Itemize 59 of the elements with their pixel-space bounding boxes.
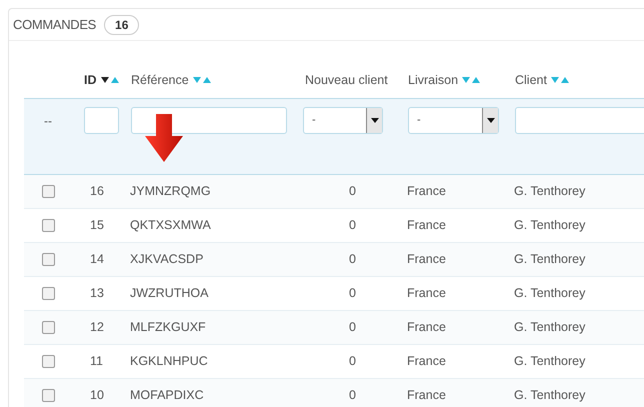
caret-icon [370,118,378,123]
sort-arrows-icon[interactable] [100,76,120,84]
order-reference: JYMNZRQMG [130,184,211,198]
row-checkbox[interactable] [42,185,55,198]
filter-input-field[interactable] [131,107,287,134]
caret-icon [486,118,494,123]
order-id: 11 [90,354,103,368]
new-client-value: 0 [349,320,356,334]
order-id: 13 [90,286,104,300]
delivery-country: France [407,218,446,232]
row-checkbox[interactable] [42,355,55,368]
column-header[interactable]: Nouveau client [305,70,388,90]
delivery-country: France [407,354,446,368]
client-name: G. Tenthorey [514,184,586,198]
filter-input-field[interactable] [84,107,119,134]
row-checkbox[interactable] [42,389,55,402]
new-client-value: 0 [349,218,356,232]
new-client-value: 0 [349,388,356,402]
arrow-icon [145,114,183,162]
row-checkbox[interactable] [42,321,55,334]
delivery-country: France [407,252,446,266]
client-name: G. Tenthorey [514,218,586,232]
order-reference: JWZRUTHOA [130,286,208,300]
row-checkbox[interactable] [42,253,55,266]
client-name: G. Tenthorey [514,252,586,266]
delivery-country: France [407,286,446,300]
row-checkbox[interactable] [42,219,55,232]
delivery-country: France [407,320,446,334]
reset-filter-label: -- [44,114,52,128]
column-header[interactable]: ID [84,70,96,90]
order-id: 12 [90,320,104,334]
client-name: G. Tenthorey [514,354,586,368]
filter-dropdown[interactable]: - [303,107,383,134]
order-id: 15 [90,218,104,232]
panel-title: COMMANDES [13,16,96,34]
order-id: 16 [90,184,104,198]
filter-dropdown[interactable]: - [408,107,499,134]
client-name: G. Tenthorey [514,286,586,300]
order-reference: XJKVACSDP [130,252,204,266]
client-name: G. Tenthorey [514,320,586,334]
column-header[interactable]: Livraison [408,70,458,90]
new-client-value: 0 [349,252,356,266]
new-client-value: 0 [349,286,356,300]
order-reference: MLFZKGUXF [130,320,206,334]
order-reference: KGKLNHPUC [130,354,208,368]
order-reference: MOFAPDIXC [130,388,204,402]
order-id: 14 [90,252,104,266]
order-count: 16 [104,14,140,34]
new-client-value: 0 [349,184,356,198]
delivery-country: France [407,184,446,198]
column-header[interactable]: Client [515,70,547,90]
new-client-value: 0 [349,354,356,368]
client-name: G. Tenthorey [514,388,586,402]
column-header[interactable]: Référence [131,70,189,90]
order-id: 10 [90,388,104,402]
order-reference: QKTXSXMWA [130,218,211,232]
delivery-country: France [407,388,446,402]
row-checkbox[interactable] [42,287,55,300]
filter-input-field[interactable] [515,107,644,134]
